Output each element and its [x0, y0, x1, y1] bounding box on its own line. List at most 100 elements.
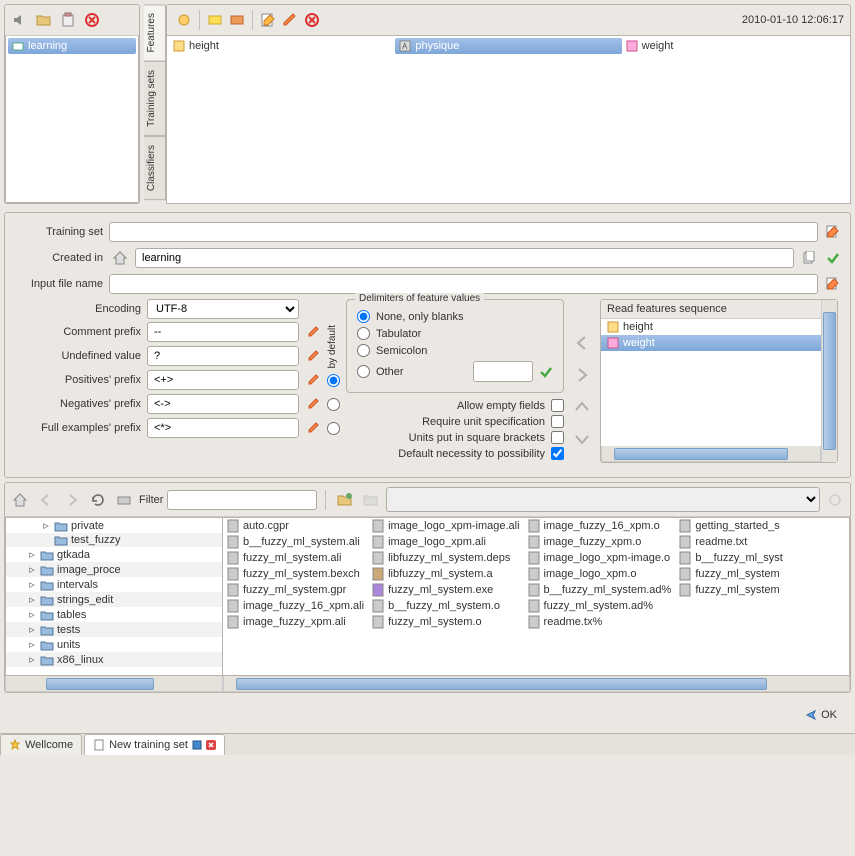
tab-wellcome[interactable]: Wellcome: [0, 734, 82, 755]
file-row[interactable]: fuzzy_ml_system: [675, 582, 786, 598]
file-row[interactable]: image_logo_xpm.ali: [368, 534, 523, 550]
file-hscroll[interactable]: [223, 676, 850, 692]
necessity-check[interactable]: [551, 447, 564, 460]
edit-icon[interactable]: [257, 9, 279, 31]
positives-input[interactable]: [147, 370, 299, 390]
file-row[interactable]: libfuzzy_ml_system.a: [368, 566, 523, 582]
require-unit-check[interactable]: [551, 415, 564, 428]
file-row[interactable]: image_fuzzy_xpm.o: [524, 534, 676, 550]
pencil-icon[interactable]: [279, 9, 301, 31]
file-row[interactable]: b__fuzzy_ml_system.o: [368, 598, 523, 614]
comment-prefix-input[interactable]: [147, 322, 299, 342]
home-icon[interactable]: [109, 247, 131, 269]
arrow-up-icon[interactable]: [570, 395, 594, 419]
folder-row[interactable]: ▹tests: [6, 622, 222, 637]
file-row[interactable]: image_logo_xpm.o: [524, 566, 676, 582]
edit-icon[interactable]: [303, 369, 325, 391]
paste-icon[interactable]: [57, 9, 79, 31]
folder-row[interactable]: ▹gtkada: [6, 547, 222, 562]
allow-empty-check[interactable]: [551, 399, 564, 412]
folder-row[interactable]: ▹private: [6, 518, 222, 533]
arrow-down-icon[interactable]: [570, 427, 594, 451]
file-row[interactable]: fuzzy_ml_system.gpr: [223, 582, 368, 598]
file-row[interactable]: fuzzy_ml_system.ad%: [524, 598, 676, 614]
tab-classifiers[interactable]: Classifiers: [144, 136, 166, 200]
tab-new-training-set[interactable]: New training set: [84, 734, 225, 755]
positives-radio[interactable]: [327, 374, 340, 387]
delim-other-input[interactable]: [473, 361, 533, 382]
folder-hscroll[interactable]: [5, 676, 223, 692]
refresh-icon[interactable]: [87, 489, 109, 511]
full-radio[interactable]: [327, 422, 340, 435]
feature-weight[interactable]: weight: [622, 38, 848, 54]
copy-icon[interactable]: [798, 247, 820, 269]
file-row[interactable]: b__fuzzy_ml_syst: [675, 550, 786, 566]
file-row[interactable]: fuzzy_ml_system.ali: [223, 550, 368, 566]
delim-none-radio[interactable]: [357, 310, 370, 323]
negatives-input[interactable]: [147, 394, 299, 414]
read-seq-vscroll[interactable]: [821, 300, 837, 462]
feature-icon-1[interactable]: [173, 9, 195, 31]
created-in-input[interactable]: [135, 248, 794, 268]
delete-icon[interactable]: [301, 9, 323, 31]
folder-row[interactable]: ▹x86_linux: [6, 652, 222, 667]
edit-icon[interactable]: [303, 345, 325, 367]
file-row[interactable]: image_fuzzy_16_xpm.o: [524, 518, 676, 534]
file-row[interactable]: getting_started_s: [675, 518, 786, 534]
file-row[interactable]: b__fuzzy_ml_system.ad%: [524, 582, 676, 598]
folder-row[interactable]: ▹units: [6, 637, 222, 652]
undefined-input[interactable]: [147, 346, 299, 366]
file-row[interactable]: b__fuzzy_ml_system.ali: [223, 534, 368, 550]
tool-icon[interactable]: [824, 489, 846, 511]
encoding-select[interactable]: UTF-8: [147, 299, 299, 319]
edit-icon[interactable]: [303, 321, 325, 343]
tree-item-learning[interactable]: learning: [8, 38, 136, 54]
file-row[interactable]: image_logo_xpm-image.ali: [368, 518, 523, 534]
file-row[interactable]: auto.cgpr: [223, 518, 368, 534]
edit-input-file-icon[interactable]: [822, 273, 844, 295]
brackets-check[interactable]: [551, 431, 564, 444]
tab-training-sets[interactable]: Training sets: [144, 61, 166, 136]
file-row[interactable]: fuzzy_ml_system.bexch: [223, 566, 368, 582]
delim-tab-radio[interactable]: [357, 327, 370, 340]
folder-icon[interactable]: [360, 489, 382, 511]
close-tab-icon[interactable]: [206, 740, 216, 750]
new-folder-icon[interactable]: [334, 489, 356, 511]
file-row[interactable]: image_fuzzy_xpm.ali: [223, 614, 368, 630]
file-row[interactable]: libfuzzy_ml_system.deps: [368, 550, 523, 566]
window-icon[interactable]: [192, 740, 202, 750]
delim-other-radio[interactable]: [357, 365, 370, 378]
seq-item-height[interactable]: height: [601, 319, 821, 335]
file-row[interactable]: fuzzy_ml_system.o: [368, 614, 523, 630]
file-list[interactable]: auto.cgprb__fuzzy_ml_system.alifuzzy_ml_…: [223, 517, 850, 676]
tab-features[interactable]: Features: [144, 4, 166, 61]
input-file-input[interactable]: [109, 274, 818, 294]
ok-button[interactable]: OK: [795, 705, 843, 725]
folder-row[interactable]: ▹intervals: [6, 577, 222, 592]
full-input[interactable]: [147, 418, 299, 438]
file-row[interactable]: image_logo_xpm-image.o: [524, 550, 676, 566]
file-row[interactable]: image_fuzzy_16_xpm.ali: [223, 598, 368, 614]
file-row[interactable]: fuzzy_ml_system.exe: [368, 582, 523, 598]
drive-icon[interactable]: [113, 489, 135, 511]
edit-icon[interactable]: [303, 393, 325, 415]
file-row[interactable]: fuzzy_ml_system: [675, 566, 786, 582]
feature-height[interactable]: height: [169, 38, 395, 54]
feature-icon-3[interactable]: [226, 9, 248, 31]
edit-training-set-icon[interactable]: [822, 221, 844, 243]
filter-input[interactable]: [167, 490, 317, 510]
folder-row[interactable]: ▹tables: [6, 607, 222, 622]
back-icon[interactable]: [35, 489, 57, 511]
feature-icon-2[interactable]: [204, 9, 226, 31]
speaker-icon[interactable]: [9, 9, 31, 31]
delim-semi-radio[interactable]: [357, 344, 370, 357]
folder-row[interactable]: test_fuzzy: [6, 533, 222, 547]
folder-open-icon[interactable]: [33, 9, 55, 31]
file-row[interactable]: readme.txt: [675, 534, 786, 550]
close-icon[interactable]: [81, 9, 103, 31]
arrow-left-icon[interactable]: [570, 331, 594, 355]
home-icon[interactable]: [9, 489, 31, 511]
read-seq-hscroll[interactable]: [601, 446, 821, 462]
folder-row[interactable]: ▹image_proce: [6, 562, 222, 577]
path-select[interactable]: [386, 487, 820, 512]
